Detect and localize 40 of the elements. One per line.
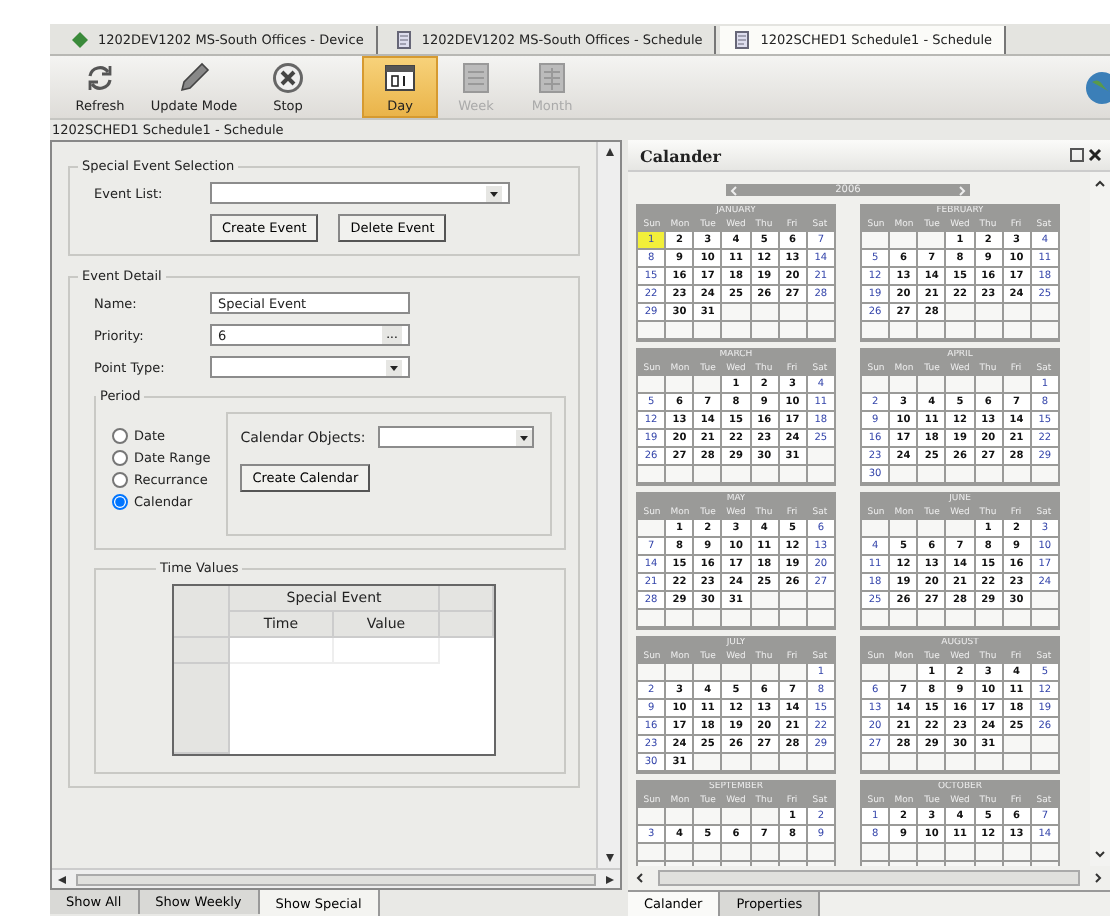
scroll-up-icon bbox=[1094, 178, 1106, 190]
dropdown-arrow-icon bbox=[486, 185, 502, 201]
calendar-icon bbox=[382, 60, 418, 96]
scroll-right-icon bbox=[1092, 872, 1104, 884]
radio-button[interactable] bbox=[112, 428, 128, 444]
radio-button[interactable] bbox=[112, 472, 128, 488]
next-icon bbox=[957, 185, 966, 195]
row-header-cell bbox=[174, 638, 230, 664]
vertical-scrollbar[interactable] bbox=[598, 142, 620, 868]
panel-title: Calander bbox=[640, 145, 721, 165]
document-icon bbox=[732, 29, 753, 49]
scroll-left-icon bbox=[56, 873, 68, 885]
horizontal-scrollbar[interactable] bbox=[52, 868, 620, 888]
dropdown-arrow-icon bbox=[515, 429, 532, 445]
radio-button[interactable] bbox=[112, 494, 128, 510]
calendar-objects-dropdown[interactable] bbox=[377, 426, 534, 448]
dropdown-field[interactable] bbox=[210, 356, 410, 378]
vertical-scrollbar[interactable] bbox=[1090, 172, 1110, 866]
pencil-icon bbox=[176, 60, 212, 96]
grid-cell[interactable] bbox=[334, 638, 440, 664]
header-filler bbox=[440, 586, 494, 612]
scroll-right-icon bbox=[604, 873, 616, 885]
dropdown-arrow-icon bbox=[386, 359, 402, 375]
header-filler bbox=[440, 612, 494, 638]
scroll-down-icon bbox=[1094, 848, 1106, 860]
corner-cell bbox=[174, 586, 230, 638]
event-list-dropdown[interactable] bbox=[210, 182, 510, 204]
close-icon bbox=[1088, 148, 1102, 162]
diamond-icon bbox=[70, 29, 90, 49]
scroll-up-icon bbox=[603, 146, 615, 158]
document-icon bbox=[393, 29, 414, 49]
previous-icon bbox=[730, 185, 738, 195]
stop-icon bbox=[270, 60, 306, 96]
radio-button[interactable] bbox=[112, 450, 128, 466]
restore-icon bbox=[1070, 148, 1084, 162]
globe-icon bbox=[1082, 69, 1110, 105]
scroll-down-icon bbox=[603, 852, 615, 864]
grid-cell[interactable] bbox=[230, 638, 334, 664]
row-header-column bbox=[174, 664, 230, 754]
scroll-left-icon bbox=[634, 872, 646, 884]
